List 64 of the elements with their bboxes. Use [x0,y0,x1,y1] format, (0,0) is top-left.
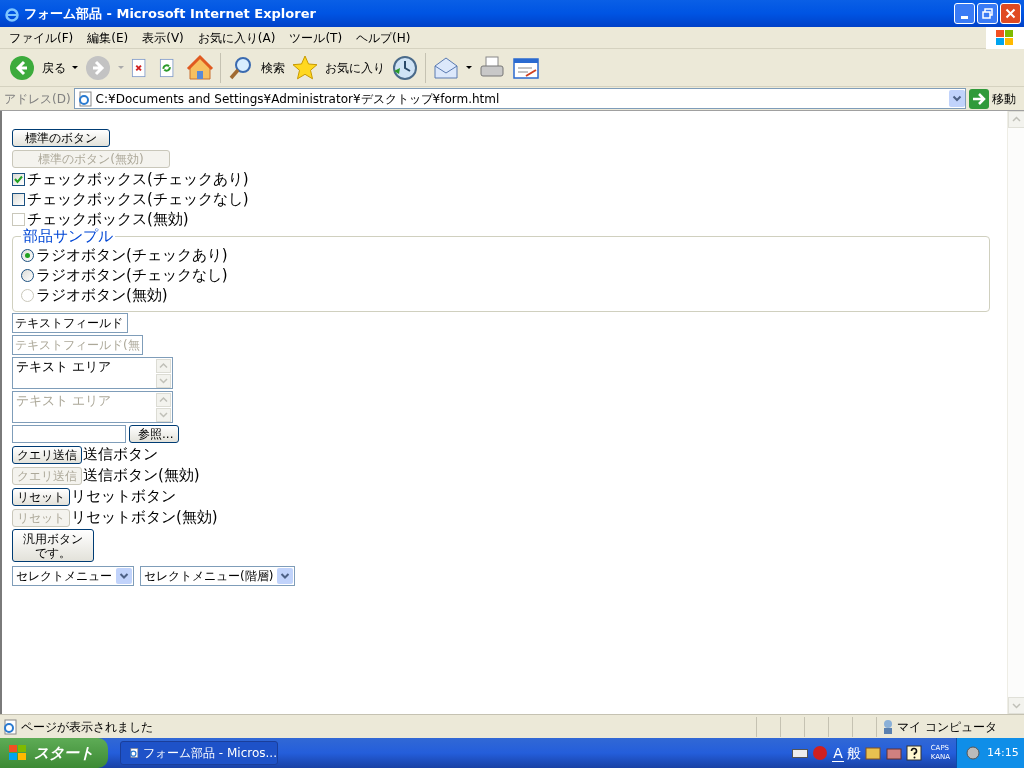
checkbox-label: チェックボックス(チェックなし) [27,188,249,210]
zone-text: マイ コンピュータ [897,718,997,736]
search-label[interactable]: 検索 [261,58,285,77]
form-button[interactable]: 汎用ボタンです。 [12,529,94,562]
fieldset-legend: 部品サンプル [21,227,115,245]
caret-icon[interactable] [72,65,78,70]
caret-icon[interactable] [466,65,472,70]
radio-button[interactable] [21,268,34,282]
checkbox[interactable] [12,192,25,206]
computer-icon [881,718,895,735]
form-button[interactable]: 標準のボタン [12,128,110,147]
button-caption: リセットボタン [71,486,176,508]
history-clock-icon[interactable] [391,53,419,82]
status-text: ページが表示されました [21,718,153,736]
taskbar-window-button[interactable]: フォーム部品 - Micros... [120,741,278,765]
ime-mode-indicator[interactable]: A [832,744,844,762]
radio-button[interactable] [21,248,34,262]
favorites-label[interactable]: お気に入り [325,58,385,77]
file-path-field[interactable] [12,425,126,443]
address-label: アドレス(D) [4,90,71,108]
checkbox-label: チェックボックス(チェックあり) [27,168,249,190]
button-caption: 送信ボタン(無効) [83,465,200,487]
form-button[interactable]: クエリ送信 [12,445,82,464]
home-icon[interactable] [186,53,214,82]
keyboard-icon[interactable] [792,747,809,759]
checkbox[interactable] [12,172,25,186]
select-menu[interactable]: セレクトメニュー(階層) [140,565,296,586]
button-caption: リセットボタン(無効) [71,507,218,529]
menu-item[interactable]: ファイル(F) [2,28,81,47]
radio-label: ラジオボタン(無効) [36,284,168,306]
clock: 14:15 [987,744,1019,761]
radio-label: ラジオボタン(チェックなし) [36,264,228,286]
button-caption: 送信ボタン [83,444,158,466]
menu-item[interactable]: お気に入り(A) [190,28,283,47]
menu-item[interactable]: 表示(V) [135,28,191,47]
menu-item[interactable]: 編集(E) [80,28,136,47]
address-field[interactable]: C:¥Documents and Settings¥Administrator¥デスクトップ¥form.html [73,88,966,109]
windows-logo-icon [986,26,1024,49]
close-icon [1005,8,1016,19]
radio-label: ラジオボタン(チェックあり) [36,244,228,266]
page-icon [2,718,18,735]
check-icon [14,174,23,184]
checkbox-label: チェックボックス(無効) [27,208,189,228]
text-field[interactable]: テキストフィールド [12,313,128,333]
ime-kanji-indicator[interactable]: 般 [846,745,861,761]
star-icon[interactable] [291,53,319,82]
close-button[interactable] [1000,3,1021,24]
caret-icon [118,65,124,70]
page-icon [129,745,140,761]
menu-item[interactable]: ヘルプ(H) [349,28,418,47]
restore-icon [982,8,993,19]
browser-logo-icon [4,5,20,22]
page-icon [76,90,93,107]
go-button[interactable]: 移動 [992,89,1020,108]
back-label[interactable]: 戻る [42,58,66,77]
restore-button[interactable] [977,3,998,24]
form-button[interactable]: 参照... [129,425,179,443]
minimize-button[interactable] [954,3,975,24]
window-title: フォーム部品 - Microsoft Internet Explorer [24,4,317,23]
help-icon[interactable] [905,745,922,761]
form-button[interactable]: リセット [12,487,70,506]
select-menu[interactable]: セレクトメニュー [12,565,134,586]
menu-item[interactable]: ツール(T) [282,28,350,47]
windows-logo-icon [8,744,28,762]
